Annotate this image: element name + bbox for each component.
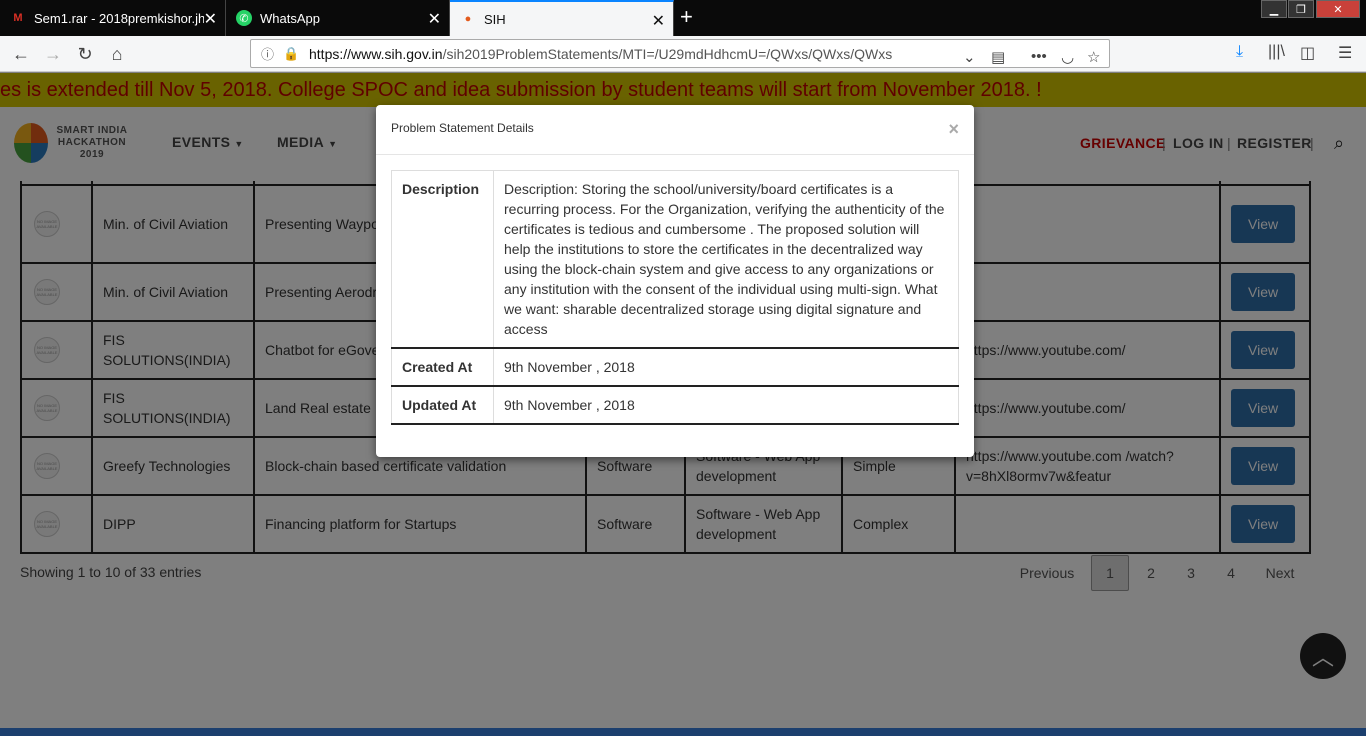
chevron-down-icon[interactable]: ⌄ (963, 48, 976, 66)
tab-title: WhatsApp (260, 10, 320, 26)
hamburger-menu-icon[interactable]: ☰ (1338, 43, 1352, 63)
url-host: https://www.sih.gov.in (309, 45, 443, 62)
details-table: Description Description: Storing the sch… (391, 170, 959, 425)
created-label: Created At (391, 347, 494, 387)
updated-label: Updated At (391, 385, 494, 425)
sih-icon: ● (464, 13, 472, 25)
browser-nav-bar: ← → ↻ ⌂ ⓘ 🔒 https://www.sih.gov.in/sih20… (0, 36, 1366, 72)
created-value: 9th November , 2018 (493, 347, 959, 387)
lock-icon[interactable]: 🔒 (283, 46, 301, 62)
tab-sih[interactable]: ● SIH ✕ (450, 0, 674, 36)
details-row-description: Description Description: Storing the sch… (391, 170, 959, 349)
tab-gmail[interactable]: M Sem1.rar - 2018premkishor.jha ✕ (0, 0, 226, 36)
description-label: Description (391, 170, 494, 349)
forward-icon[interactable]: → (40, 42, 66, 66)
modal-header: Problem Statement Details × (376, 105, 974, 155)
tab-title: SIH (484, 11, 506, 27)
description-value: Description: Storing the school/universi… (493, 170, 959, 349)
tab-title: Sem1.rar - 2018premkishor.jha (34, 10, 204, 26)
updated-value: 9th November , 2018 (493, 385, 959, 425)
browser-tab-bar: M Sem1.rar - 2018premkishor.jha ✕ ✆ What… (0, 0, 1366, 36)
window-close-button[interactable]: ✕ (1316, 0, 1360, 18)
reader-view-icon[interactable]: ▤ (991, 48, 1005, 66)
home-icon[interactable]: ⌂ (104, 42, 130, 66)
os-taskbar (0, 728, 1366, 736)
info-icon[interactable]: ⓘ (261, 44, 279, 63)
tab-whatsapp[interactable]: ✆ WhatsApp ✕ (226, 0, 450, 36)
url-path: /sih2019ProblemStatements/MTI=/U29mdHdhc… (442, 45, 893, 62)
url-text[interactable]: https://www.sih.gov.in/sih2019ProblemSta… (309, 46, 892, 62)
close-icon[interactable]: ✕ (204, 9, 217, 29)
download-icon[interactable]: ⤓ (1236, 43, 1243, 61)
whatsapp-icon: ✆ (236, 10, 252, 26)
close-icon[interactable]: ✕ (652, 11, 665, 31)
back-icon[interactable]: ← (8, 42, 34, 66)
pocket-icon[interactable]: ◡ (1061, 48, 1074, 66)
close-icon[interactable]: × (948, 119, 959, 140)
more-icon[interactable]: ••• (1031, 48, 1047, 65)
sidebar-icon[interactable]: ◫ (1300, 43, 1315, 63)
modal-body: Description Description: Storing the sch… (391, 170, 959, 425)
details-row-updated: Updated At 9th November , 2018 (391, 385, 959, 425)
close-icon[interactable]: ✕ (428, 9, 441, 29)
new-tab-button[interactable]: + (680, 4, 693, 30)
modal-title: Problem Statement Details (391, 121, 534, 135)
maximize-button[interactable]: ❐ (1288, 0, 1314, 18)
library-icon[interactable]: |||\ (1268, 43, 1285, 61)
details-row-created: Created At 9th November , 2018 (391, 347, 959, 387)
bookmark-star-icon[interactable]: ☆ (1087, 48, 1100, 66)
problem-statement-modal: Problem Statement Details × Description … (376, 105, 974, 457)
reload-icon[interactable]: ↻ (72, 42, 98, 66)
minimize-button[interactable]: ▁ (1261, 0, 1287, 18)
address-bar[interactable]: ⓘ 🔒 https://www.sih.gov.in/sih2019Proble… (250, 39, 1110, 68)
gmail-icon: M (13, 12, 23, 24)
